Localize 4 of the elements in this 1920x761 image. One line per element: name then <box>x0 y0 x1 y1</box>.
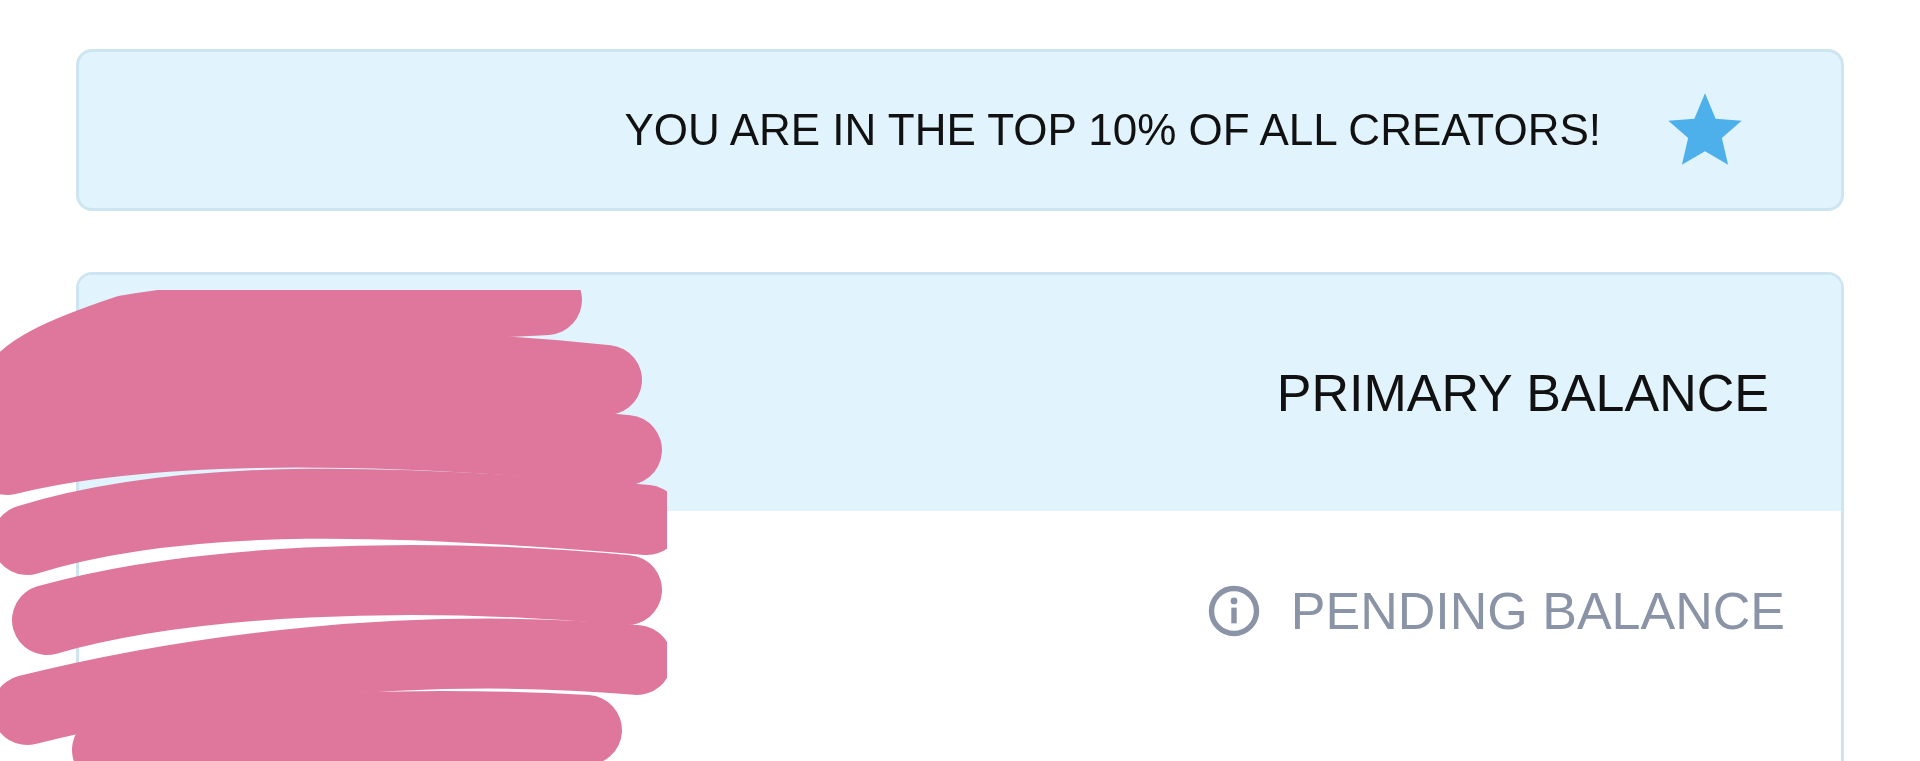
info-icon[interactable] <box>1206 584 1261 638</box>
banner-text: YOU ARE IN THE TOP 10% OF ALL CREATORS! <box>624 105 1601 155</box>
balance-label: PENDING BALANCE <box>1290 581 1785 641</box>
card-title: PRIMARY BALANCE <box>1276 363 1769 423</box>
